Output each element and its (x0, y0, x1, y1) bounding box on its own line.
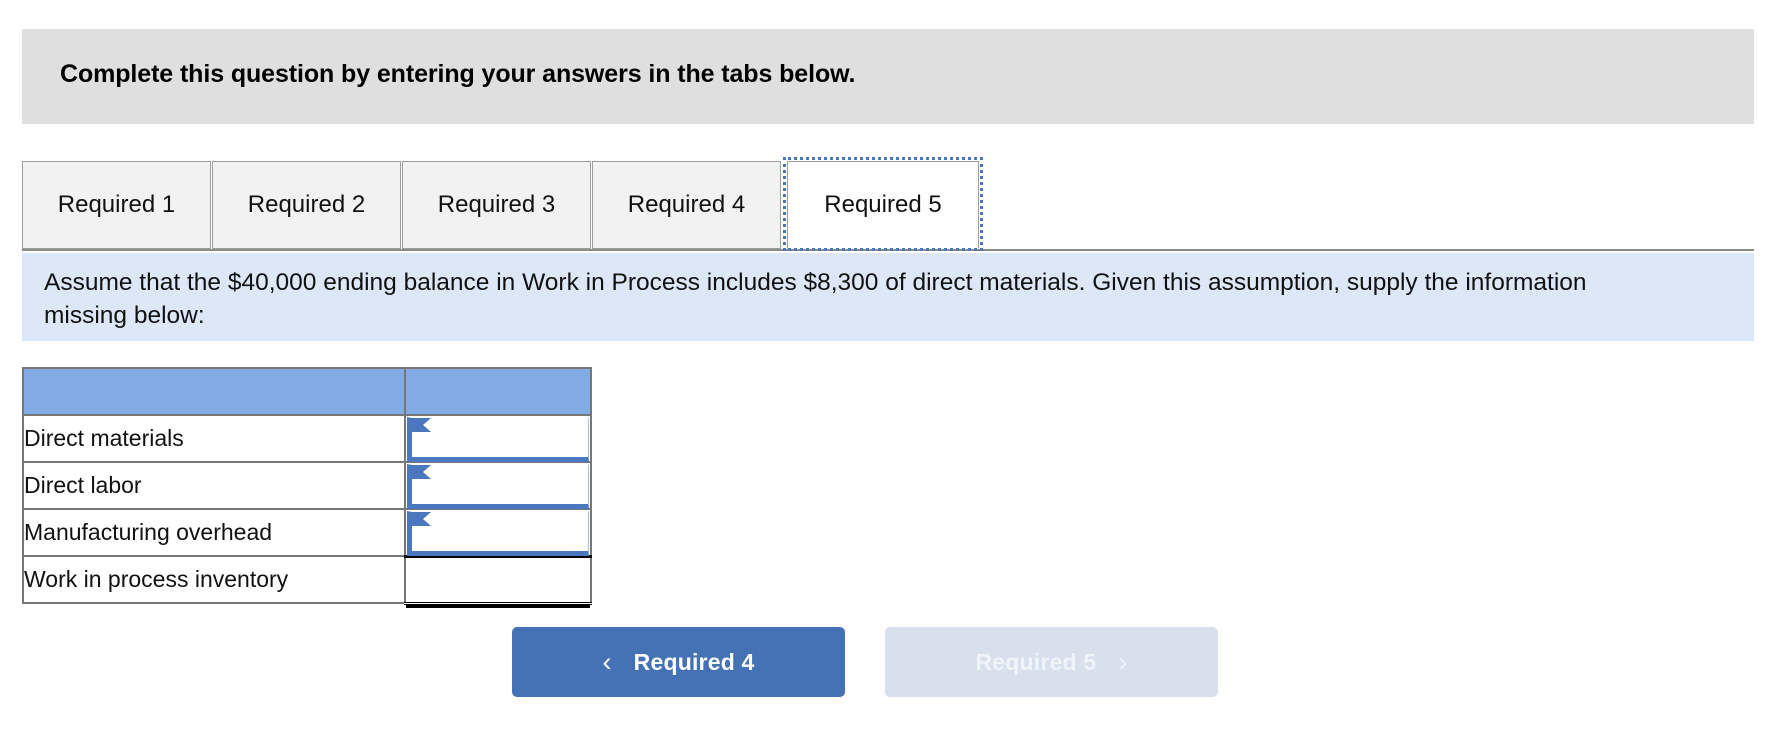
manufacturing-overhead-value (412, 512, 588, 518)
row-label-manufacturing-overhead: Manufacturing overhead (22, 508, 406, 557)
table-row-total: Work in process inventory (22, 554, 592, 608)
tab-required-3[interactable]: Required 3 (402, 161, 591, 249)
tab-label: Required 2 (247, 191, 366, 218)
tab-required-2[interactable]: Required 2 (212, 161, 401, 249)
row-label-direct-labor: Direct labor (22, 461, 406, 510)
next-requirement-button[interactable]: Required 5 › (885, 627, 1218, 697)
next-requirement-label: Required 5 (975, 648, 1097, 675)
requirement-instruction-banner: Assume that the $40,000 ending balance i… (22, 253, 1754, 341)
direct-materials-value (412, 418, 588, 424)
requirement-navigation: ‹ Required 4 Required 5 › (512, 627, 1218, 697)
chevron-right-icon: › (1118, 646, 1128, 677)
question-page: Complete this question by entering your … (0, 0, 1785, 746)
tab-label: Required 1 (57, 191, 176, 218)
requirement-instruction-text: Assume that the $40,000 ending balance i… (44, 269, 1587, 329)
direct-labor-input[interactable] (407, 464, 589, 509)
table-row: Direct materials (22, 414, 592, 463)
direct-materials-input[interactable] (407, 417, 589, 462)
tab-label: Required 5 (824, 191, 942, 218)
row-label-work-in-process-inventory: Work in process inventory (22, 555, 406, 604)
row-value-manufacturing-overhead[interactable] (404, 508, 592, 557)
table-header-row (22, 367, 592, 416)
total-double-underline (406, 604, 590, 608)
prev-requirement-button[interactable]: ‹ Required 4 (512, 627, 845, 697)
instruction-header-banner: Complete this question by entering your … (22, 29, 1754, 124)
row-value-direct-materials[interactable] (404, 414, 592, 463)
row-value-direct-labor[interactable] (404, 461, 592, 510)
answer-table: Direct materials Direct labor Manufactur… (22, 367, 592, 608)
tab-required-4[interactable]: Required 4 (592, 161, 781, 249)
table-header-value-cell (404, 367, 592, 416)
prev-requirement-label: Required 4 (633, 648, 755, 675)
tab-required-1[interactable]: Required 1 (22, 161, 211, 249)
tab-label: Required 4 (627, 191, 746, 218)
tab-label: Required 3 (437, 191, 556, 218)
page-title: Complete this question by entering your … (60, 60, 856, 88)
row-label-direct-materials: Direct materials (22, 414, 406, 463)
table-header-label-cell (22, 367, 406, 416)
table-row: Direct labor (22, 461, 592, 510)
tabstrip-baseline (22, 249, 1754, 251)
required-tabs: Required 1 Required 2 Required 3 Require… (22, 155, 1754, 252)
row-value-work-in-process-inventory (404, 554, 592, 608)
direct-labor-value (412, 465, 588, 471)
tab-required-5[interactable]: Required 5 (783, 157, 983, 251)
manufacturing-overhead-input[interactable] (407, 511, 589, 556)
chevron-left-icon: ‹ (602, 646, 612, 677)
table-row: Manufacturing overhead (22, 508, 592, 557)
work-in-process-inventory-value (406, 577, 590, 583)
